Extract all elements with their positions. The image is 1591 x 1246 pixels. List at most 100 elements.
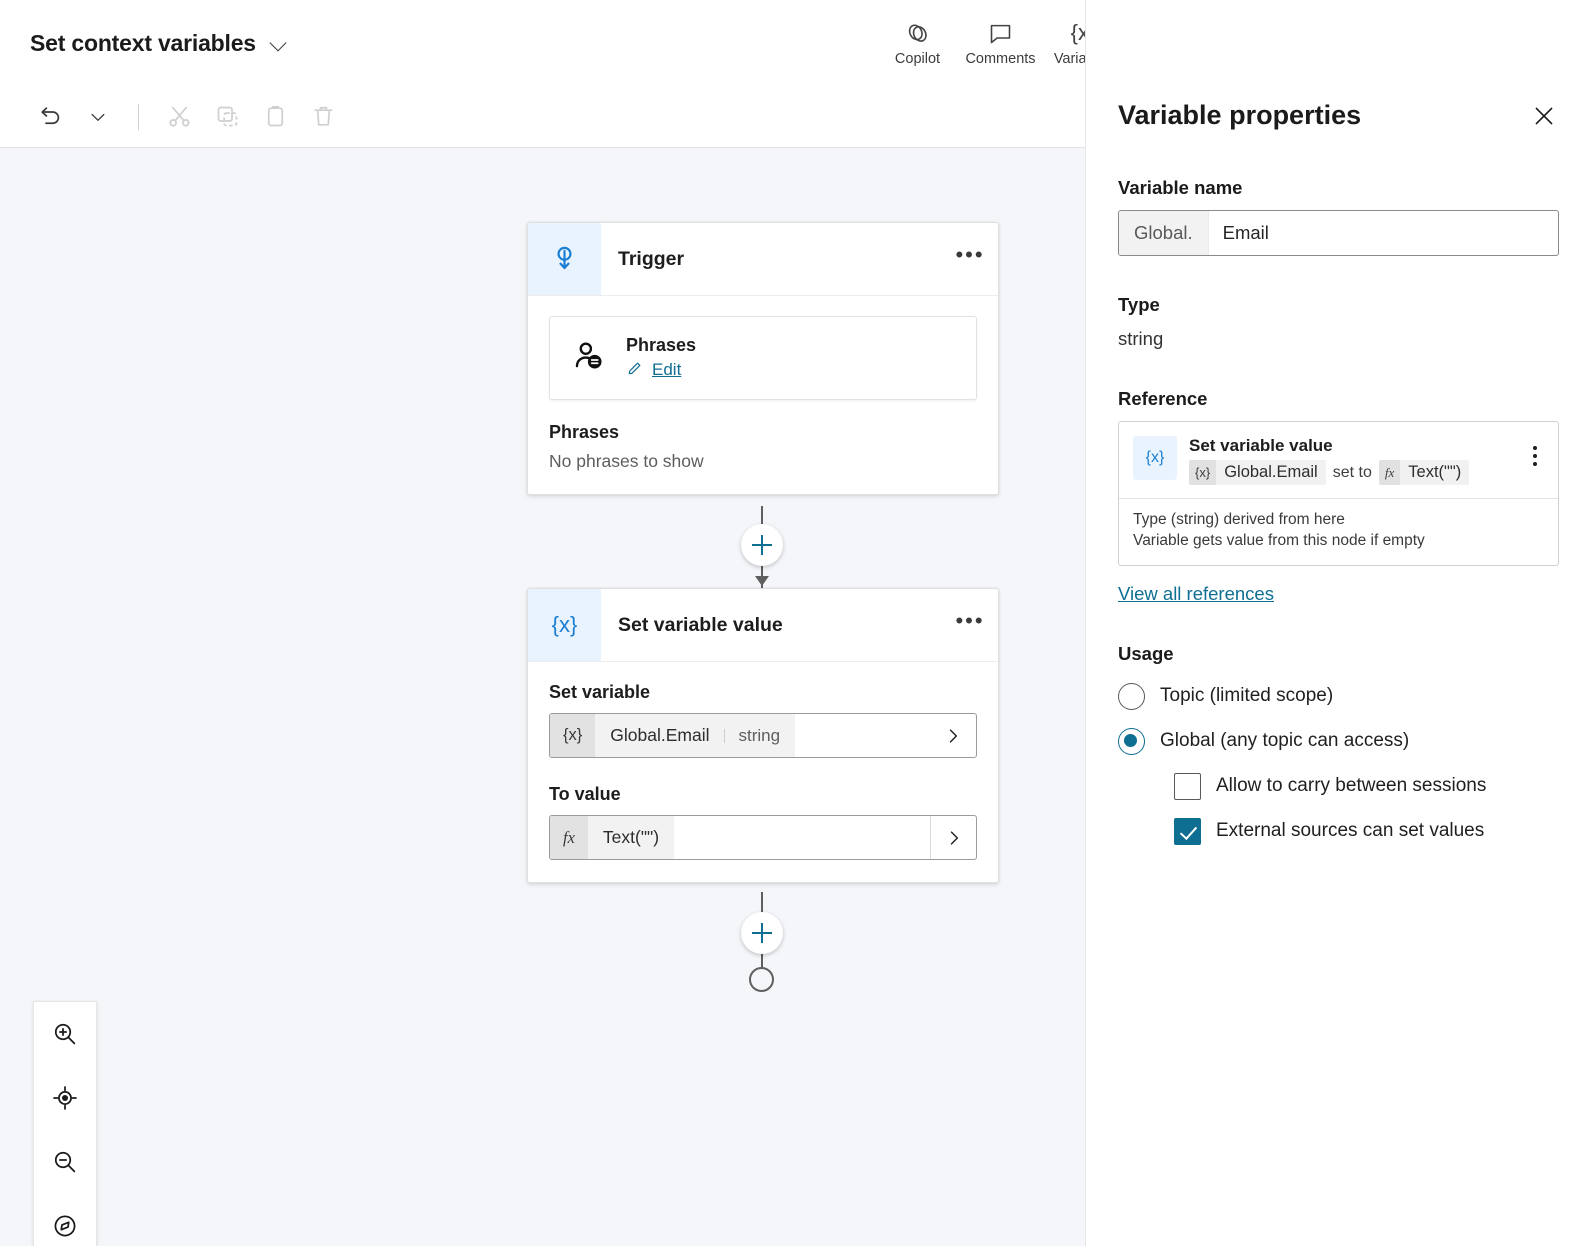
copilot-icon xyxy=(904,19,931,47)
comment-icon xyxy=(987,19,1014,47)
chevron-down-icon[interactable] xyxy=(270,34,288,52)
usage-checkbox-label: Allow to carry between sessions xyxy=(1216,775,1487,797)
reference-card-expression: {x} Global.Email set to fx Text("") xyxy=(1189,460,1510,485)
formula-chip-icon: fx xyxy=(550,816,588,859)
variable-name-value[interactable]: Email xyxy=(1209,211,1558,255)
reference-card-main: Set variable value {x} Global.Email set … xyxy=(1189,436,1510,485)
checkbox-allow-carry-between-sessions[interactable] xyxy=(1174,772,1201,800)
trigger-node-more-button[interactable]: ••• xyxy=(942,223,998,295)
variable-chip-icon: {x} xyxy=(550,714,596,757)
edit-phrases-label: Edit xyxy=(652,360,682,379)
trigger-icon xyxy=(528,223,601,295)
paste-button[interactable] xyxy=(251,95,299,139)
trigger-node-header: Trigger ••• xyxy=(528,223,998,296)
reference-card-top: {x} Set variable value {x} Global.Email … xyxy=(1119,422,1558,498)
usage-option-label: Global (any topic can access) xyxy=(1160,730,1410,752)
to-value-spacer xyxy=(674,816,930,859)
edit-phrases-link[interactable]: Edit xyxy=(626,359,696,382)
trigger-node-title: Trigger xyxy=(618,247,685,270)
reset-view-button[interactable] xyxy=(33,1194,97,1246)
set-variable-node-body: Set variable {x} Global.Email string To … xyxy=(528,662,998,882)
reference-label: Reference xyxy=(1118,388,1208,409)
cut-button[interactable] xyxy=(155,95,203,139)
variable-name-input[interactable]: Global. Email xyxy=(1118,210,1559,256)
undo-button[interactable] xyxy=(26,95,74,139)
usage-option-global[interactable]: Global (any topic can access) xyxy=(1118,727,1559,755)
topic-authoring-canvas-page: Set context variables Copilot Comments {… xyxy=(0,0,1591,1246)
variable-icon: {x} xyxy=(1133,436,1177,480)
selector-spacer xyxy=(795,714,930,757)
set-variable-value-node[interactable]: {x} Set variable value ••• Set variable … xyxy=(527,588,999,883)
reference-card[interactable]: {x} Set variable value {x} Global.Email … xyxy=(1118,421,1559,566)
type-label: Type xyxy=(1118,294,1160,315)
radio-global-scope[interactable] xyxy=(1118,727,1145,755)
fit-to-view-button[interactable] xyxy=(33,1066,97,1130)
add-node-button-bottom[interactable] xyxy=(741,912,783,954)
set-variable-field-label: Set variable xyxy=(549,682,651,702)
type-value: string xyxy=(1118,328,1164,349)
variable-chip-type: string xyxy=(723,726,780,746)
usage-option-label: Topic (limited scope) xyxy=(1160,685,1334,707)
command-comments[interactable]: Comments xyxy=(959,10,1042,76)
phrases-summary-heading: Phrases xyxy=(549,422,620,442)
canvas-view-toolbar xyxy=(33,1001,97,1246)
usage-label: Usage xyxy=(1118,642,1174,664)
pencil-icon xyxy=(626,359,644,382)
kebab-dot xyxy=(1533,454,1537,458)
formula-chip-value: Text("") xyxy=(587,816,675,859)
delete-button[interactable] xyxy=(299,95,347,139)
checkbox-external-sources-can-set-values[interactable] xyxy=(1174,817,1201,845)
reference-card-title: Set variable value xyxy=(1189,436,1333,455)
trigger-node-body: Phrases Edit Phrases No phrases to show xyxy=(528,296,998,494)
command-copilot[interactable]: Copilot xyxy=(876,10,959,76)
formula-chip-icon: fx xyxy=(1378,460,1401,485)
to-value-selector[interactable]: fx Text("") xyxy=(549,815,977,860)
set-variable-node-more-button[interactable]: ••• xyxy=(942,589,998,661)
command-label: Comments xyxy=(965,51,1036,67)
variable-chip-icon: {x} xyxy=(1189,460,1217,485)
edit-toolbar xyxy=(0,86,1085,148)
variable-name-label: Variable name xyxy=(1118,177,1243,198)
variable-chip-value: Global.Email string xyxy=(595,714,796,757)
close-icon[interactable] xyxy=(1529,101,1559,131)
set-variable-node-header: {x} Set variable value ••• xyxy=(528,589,998,662)
topic-title-group: Set context variables xyxy=(0,30,288,57)
variable-name-prefix: Global. xyxy=(1119,211,1209,255)
add-node-button-top[interactable] xyxy=(741,524,783,566)
reference-card-more-button[interactable] xyxy=(1522,436,1548,466)
phrases-summary: Phrases No phrases to show xyxy=(549,422,977,472)
view-all-references-link[interactable]: View all references xyxy=(1118,583,1274,605)
variable-icon-text: {x} xyxy=(551,612,578,637)
phrases-card-title: Phrases xyxy=(626,334,697,355)
chevron-right-icon[interactable] xyxy=(930,816,976,859)
radio-topic-scope[interactable] xyxy=(1118,682,1145,710)
phrases-summary-empty-text: No phrases to show xyxy=(549,451,704,471)
zoom-out-button[interactable] xyxy=(33,1130,97,1194)
usage-option-topic[interactable]: Topic (limited scope) xyxy=(1118,682,1559,710)
phrases-card[interactable]: Phrases Edit xyxy=(549,316,977,400)
reference-note-line-1: Type (string) derived from here xyxy=(1133,511,1345,528)
end-node-marker xyxy=(749,967,774,992)
zoom-in-button[interactable] xyxy=(33,1002,97,1066)
trigger-node[interactable]: Trigger ••• Phrases Edit Phrases No phra… xyxy=(527,222,999,495)
formula-chip-value: Text("") xyxy=(1400,460,1470,485)
phrases-card-text: Phrases Edit xyxy=(626,335,696,382)
kebab-dot xyxy=(1533,462,1537,466)
undo-dropdown-button[interactable] xyxy=(74,95,122,139)
variable-chip-name: Global.Email xyxy=(610,725,710,745)
chevron-right-icon[interactable] xyxy=(930,714,976,757)
panel-title: Variable properties xyxy=(1118,100,1362,130)
usage-checkbox-label: External sources can set values xyxy=(1216,820,1485,842)
reference-note-line-2: Variable gets value from this node if em… xyxy=(1133,531,1425,549)
reference-connector-text: set to xyxy=(1332,463,1372,481)
set-variable-selector[interactable]: {x} Global.Email string xyxy=(549,713,977,758)
kebab-dot xyxy=(1533,446,1537,450)
command-label: Copilot xyxy=(894,51,941,67)
usage-checkbox-carry-sessions[interactable]: Allow to carry between sessions xyxy=(1174,772,1559,800)
usage-checkbox-external-sources[interactable]: External sources can set values xyxy=(1174,817,1559,845)
to-value-field-label: To value xyxy=(549,784,621,804)
authoring-canvas[interactable]: Trigger ••• Phrases Edit Phrases No phra… xyxy=(0,148,1085,1246)
copy-button[interactable] xyxy=(203,95,251,139)
variable-properties-panel: Variable properties Variable name Global… xyxy=(1085,0,1591,1246)
reference-formula-chip: fx Text("") xyxy=(1378,460,1470,485)
